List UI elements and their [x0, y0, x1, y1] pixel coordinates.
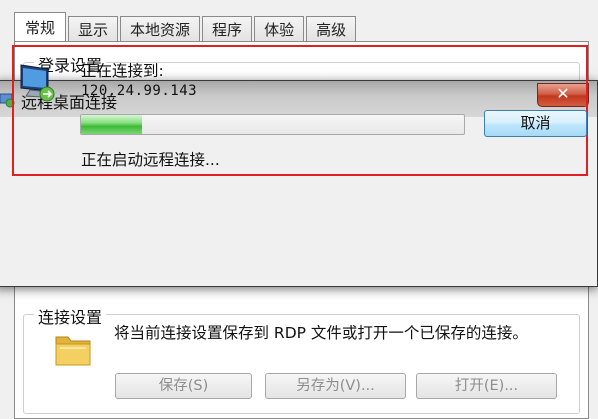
tab-display[interactable]: 显示: [68, 16, 119, 42]
connection-settings-group: 连接设置 将当前连接设置保存到 RDP 文件或打开一个已保存的连接。 保存(S)…: [23, 304, 580, 414]
tab-programs[interactable]: 程序: [202, 16, 253, 42]
progress-fill: [81, 115, 143, 134]
tab-advanced[interactable]: 高级: [306, 16, 357, 42]
monitor-connect-icon: [20, 64, 55, 102]
save-button[interactable]: 保存(S): [115, 373, 252, 399]
save-as-button[interactable]: 另存为(V)...: [265, 373, 406, 399]
tab-experience[interactable]: 体验: [254, 16, 305, 42]
tab-local-resources[interactable]: 本地资源: [120, 16, 201, 42]
connection-settings-title: 连接设置: [34, 304, 107, 328]
remote-address: 120.24.99.143: [81, 83, 198, 99]
open-button[interactable]: 打开(E)...: [416, 373, 557, 399]
status-text: 正在启动远程连接...: [81, 151, 220, 169]
folder-icon: [55, 336, 91, 366]
connecting-label: 正在连接到:: [81, 62, 164, 80]
cancel-button[interactable]: 取消: [484, 110, 587, 137]
connection-settings-description: 将当前连接设置保存到 RDP 文件或打开一个已保存的连接。: [114, 324, 528, 342]
connection-progress-bar: [80, 114, 465, 135]
tab-general[interactable]: 常规: [14, 12, 67, 43]
tab-strip: 常规 显示 本地资源 程序 体验 高级: [14, 10, 358, 43]
